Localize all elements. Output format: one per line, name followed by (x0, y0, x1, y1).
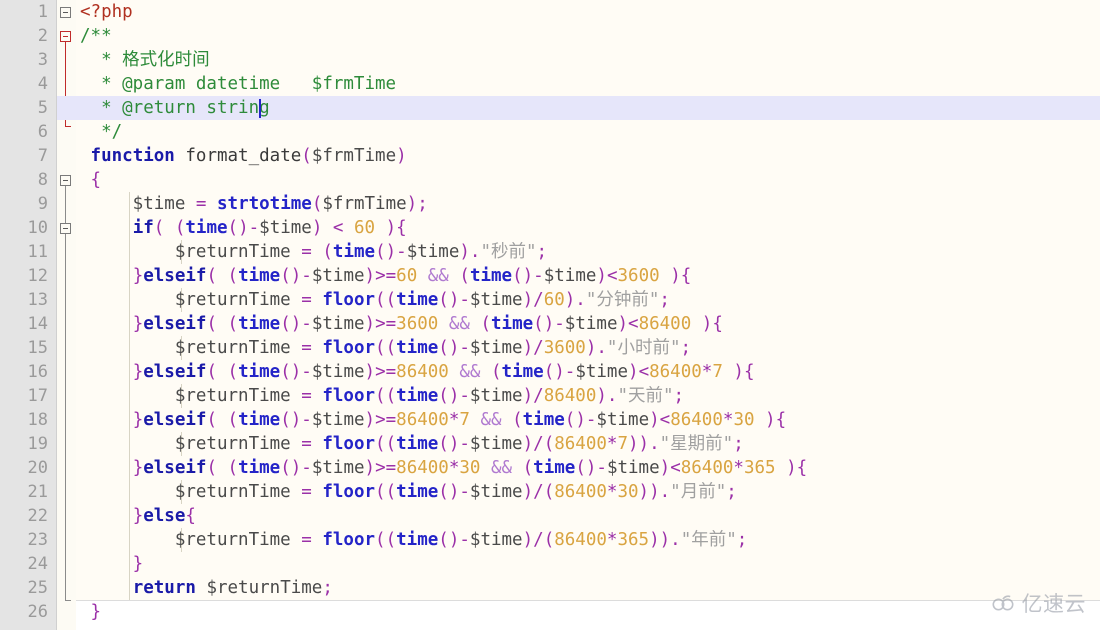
code-line-23[interactable]: $returnTime = floor((time()-$time)/(8640… (76, 528, 1100, 552)
code-line-1[interactable]: <?php (76, 0, 1100, 24)
code-line-20[interactable]: }elseif( (time()-$time)>=86400*30 && (ti… (76, 456, 1100, 480)
code-line-9[interactable]: $time = strtotime($frmTime); (76, 192, 1100, 216)
code-line-25[interactable]: return $returnTime; (76, 576, 1100, 600)
code-text-layer[interactable]: <?php /** * 格式化时间 * @param datetime $frm… (0, 0, 1100, 630)
code-line-16[interactable]: }elseif( (time()-$time)>=86400 && (time(… (76, 360, 1100, 384)
watermark-text: 亿速云 (1021, 592, 1086, 616)
code-line-24[interactable]: } (76, 552, 1100, 576)
php-code-editor[interactable]: 1 2 3 4 5 6 7 8 9 10 11 12 13 14 15 16 17 18 19 20 21 22 23 24 2… (0, 0, 1100, 630)
watermark: 亿速云 (991, 588, 1087, 618)
code-line-21[interactable]: $returnTime = floor((time()-$time)/(8640… (76, 480, 1100, 504)
code-line-7[interactable]: function format_date($frmTime) (76, 144, 1100, 168)
code-line-2[interactable]: /** (76, 24, 1100, 48)
code-line-17[interactable]: $returnTime = floor((time()-$time)/86400… (76, 384, 1100, 408)
code-line-8[interactable]: { (76, 168, 1100, 192)
code-line-15[interactable]: $returnTime = floor((time()-$time)/3600)… (76, 336, 1100, 360)
code-line-4[interactable]: * @param datetime $frmTime (76, 72, 1100, 96)
code-line-5[interactable]: * @return string (76, 96, 1100, 120)
code-line-22[interactable]: }else{ (76, 504, 1100, 528)
text-caret (259, 99, 261, 118)
code-line-12[interactable]: }elseif( (time()-$time)>=60 && (time()-$… (76, 264, 1100, 288)
code-line-13[interactable]: $returnTime = floor((time()-$time)/60)."… (76, 288, 1100, 312)
code-line-14[interactable]: }elseif( (time()-$time)>=3600 && (time()… (76, 312, 1100, 336)
code-line-18[interactable]: }elseif( (time()-$time)>=86400*7 && (tim… (76, 408, 1100, 432)
code-line-10[interactable]: if( (time()-$time) < 60 ){ (76, 216, 1100, 240)
cloud-icon (992, 595, 1013, 611)
code-line-26[interactable]: } (76, 600, 1100, 624)
code-line-11[interactable]: $returnTime = (time()-$time)."秒前"; (76, 240, 1100, 264)
code-line-3[interactable]: * 格式化时间 (76, 48, 1100, 72)
code-line-6[interactable]: */ (76, 120, 1100, 144)
code-line-19[interactable]: $returnTime = floor((time()-$time)/(8640… (76, 432, 1100, 456)
